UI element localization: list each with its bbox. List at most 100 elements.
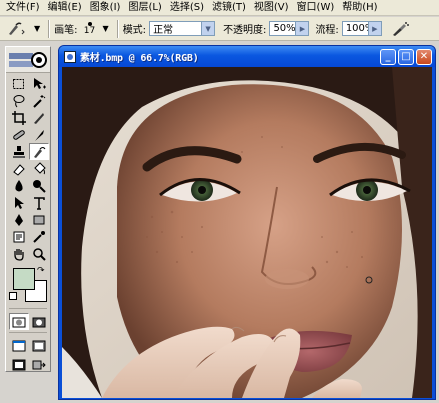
menu-edit[interactable]: 编辑(E) xyxy=(44,1,86,15)
menu-view[interactable]: 视图(V) xyxy=(250,1,293,15)
separator xyxy=(9,308,47,309)
shape-tool[interactable] xyxy=(29,211,49,228)
stamp-icon xyxy=(13,145,25,158)
opacity-field[interactable]: 50% ▶ xyxy=(269,21,310,36)
imageready-icon xyxy=(32,360,46,369)
minimize-button[interactable]: _ xyxy=(380,48,396,65)
zoom-tool[interactable] xyxy=(29,245,49,262)
default-colors-icon[interactable] xyxy=(9,292,17,300)
lasso-tool[interactable] xyxy=(9,92,29,109)
brush-tool[interactable] xyxy=(29,126,49,143)
path-select-tool[interactable] xyxy=(9,194,29,211)
options-bar: ▼ 画笔: 17 ▼ 模式: 正常 ▼ 不透明度: 50% ▶ 流程: 100%… xyxy=(0,17,439,41)
clone-stamp-tool[interactable] xyxy=(9,143,29,160)
marquee-tool[interactable] xyxy=(9,75,29,92)
toolbox: ↷ xyxy=(5,46,51,372)
rectangle-icon xyxy=(33,215,45,224)
type-icon xyxy=(34,196,45,210)
hand-tool[interactable] xyxy=(9,245,29,262)
close-icon: ✕ xyxy=(419,50,429,62)
portrait-photo xyxy=(62,67,432,398)
mode-select[interactable]: 正常 ▼ xyxy=(149,21,216,36)
marquee-icon xyxy=(13,78,24,89)
blur-tool[interactable] xyxy=(9,177,29,194)
notes-tool[interactable] xyxy=(9,228,29,245)
healing-brush-icon xyxy=(9,21,25,35)
image-canvas[interactable] xyxy=(62,67,432,398)
photoshop-eye-logo xyxy=(9,51,47,68)
chevron-down-icon[interactable]: ▼ xyxy=(34,24,40,33)
type-tool[interactable] xyxy=(29,194,49,211)
healing-brush-icon xyxy=(34,146,46,158)
document-titlebar[interactable]: 素材.bmp @ 66.7%(RGB) _ □ ✕ xyxy=(59,46,435,67)
brush-icon xyxy=(35,129,44,141)
menu-bar: 文件(F) 编辑(E) 图象(I) 图层(L) 选择(S) 滤镜(T) 视图(V… xyxy=(0,0,439,16)
chevron-down-icon[interactable]: ▼ xyxy=(103,24,109,33)
document-window: 素材.bmp @ 66.7%(RGB) _ □ ✕ xyxy=(58,45,436,400)
slice-icon xyxy=(34,112,44,124)
photoshop-document-icon xyxy=(64,50,76,63)
airbrush-icon xyxy=(392,21,409,36)
standard-mode-icon xyxy=(12,317,26,327)
drop-icon xyxy=(15,179,23,191)
bandage-icon xyxy=(13,129,25,140)
slice-tool[interactable] xyxy=(29,109,49,126)
magic-wand-tool[interactable] xyxy=(29,92,49,109)
bucket-tool[interactable] xyxy=(29,160,49,177)
healing-brush-tool[interactable] xyxy=(29,143,49,160)
pen-icon xyxy=(15,213,23,226)
maximize-button[interactable]: □ xyxy=(398,48,414,65)
screen-full-icon xyxy=(12,359,26,370)
airbrush-button[interactable] xyxy=(388,19,412,39)
separator xyxy=(48,19,51,38)
window-controls: _ □ ✕ xyxy=(380,48,432,65)
magnifier-icon xyxy=(33,247,46,261)
magic-wand-icon xyxy=(33,94,46,108)
close-button[interactable]: ✕ xyxy=(416,48,432,65)
eyedropper-tool[interactable] xyxy=(29,228,49,245)
screen-mode-standard[interactable] xyxy=(9,337,29,354)
menu-select[interactable]: 选择(S) xyxy=(166,1,208,15)
flow-label: 流程: xyxy=(315,25,339,36)
menu-file[interactable]: 文件(F) xyxy=(2,1,44,15)
standard-mode-button[interactable] xyxy=(9,313,29,330)
flow-field[interactable]: 100% ▶ xyxy=(341,21,382,36)
eraser-tool[interactable] xyxy=(9,160,29,177)
dropdown-arrow-icon: ▼ xyxy=(201,22,215,35)
jump-buttons xyxy=(6,354,50,373)
screen-mode-buttons xyxy=(6,335,50,354)
menu-filter[interactable]: 滤镜(T) xyxy=(208,1,250,15)
move-icon xyxy=(34,77,46,89)
jump-to-imageready-button[interactable] xyxy=(29,356,49,373)
quickmask-mode-button[interactable] xyxy=(29,313,49,330)
eyedropper-icon xyxy=(33,230,45,243)
brush-label: 画笔: xyxy=(54,25,78,36)
dodge-tool[interactable] xyxy=(29,177,49,194)
toolbox-header[interactable] xyxy=(6,47,50,73)
separator xyxy=(116,19,119,38)
screen-mode-full-menu[interactable] xyxy=(29,337,49,354)
dropdown-arrow-icon: ▶ xyxy=(295,22,309,35)
menu-help[interactable]: 帮助(H) xyxy=(338,1,381,15)
foreground-color-swatch[interactable] xyxy=(13,268,35,290)
hand-icon xyxy=(14,248,24,261)
screen-full-menu-icon xyxy=(32,340,46,351)
pen-tool[interactable] xyxy=(9,211,29,228)
crop-tool[interactable] xyxy=(9,109,29,126)
tool-preset-picker[interactable] xyxy=(2,19,32,39)
menu-window[interactable]: 窗口(W) xyxy=(293,1,339,15)
eraser-icon xyxy=(13,163,25,176)
move-tool[interactable] xyxy=(29,75,49,92)
mode-value: 正常 xyxy=(153,25,174,36)
quickmask-icon xyxy=(32,317,46,327)
maximize-icon: □ xyxy=(401,50,411,62)
brush-picker[interactable]: 17 xyxy=(81,21,99,36)
paint-bucket-icon xyxy=(34,161,46,174)
arrow-select-icon xyxy=(15,196,24,209)
screen-mode-full[interactable] xyxy=(9,356,29,373)
menu-layer[interactable]: 图层(L) xyxy=(124,1,165,15)
menu-image[interactable]: 图象(I) xyxy=(86,1,125,15)
brush-size: 17 xyxy=(83,25,96,36)
swap-colors-icon[interactable]: ↷ xyxy=(37,266,45,276)
patch-tool[interactable] xyxy=(9,126,29,143)
